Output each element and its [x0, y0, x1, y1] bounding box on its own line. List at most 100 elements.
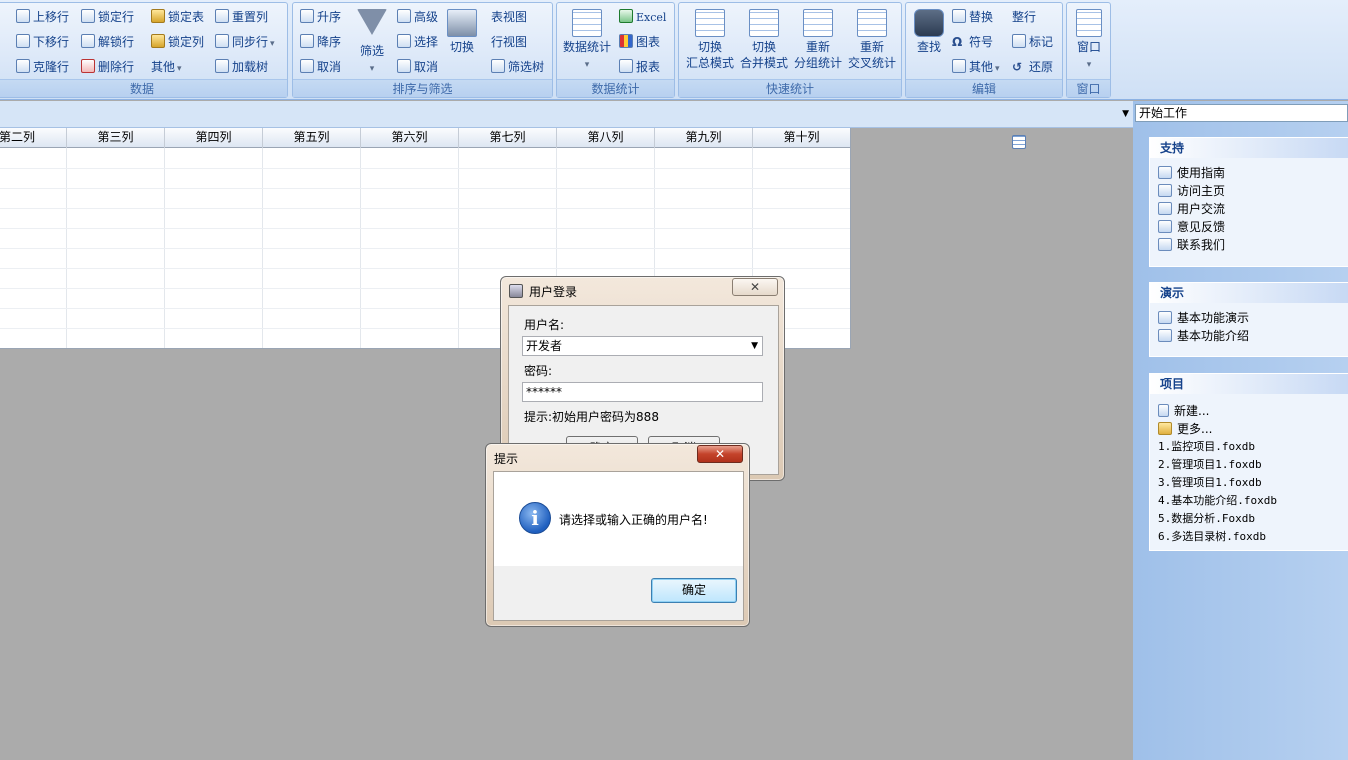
move-row-up-button[interactable]: 上移行 [16, 7, 69, 27]
folder-icon [1158, 422, 1172, 435]
list-item[interactable]: 3.管理项目1.foxdb [1158, 474, 1348, 492]
select-filter-button[interactable]: 选择 [397, 32, 438, 52]
column-header[interactable]: 第五列 [263, 128, 361, 148]
grid-line [0, 248, 850, 249]
column-header[interactable]: 第三列 [67, 128, 165, 148]
list-item[interactable]: 访问主页 [1158, 182, 1348, 200]
symbol-button[interactable]: Ω 符号 [952, 32, 993, 52]
lock-column-button[interactable]: 锁定列 [151, 32, 204, 52]
window-icon [1076, 9, 1102, 37]
column-header[interactable]: 第八列 [557, 128, 655, 148]
filter-button[interactable]: 筛选 ▾ [357, 9, 387, 77]
replace-icon [952, 9, 966, 23]
chevron-down-icon[interactable]: ▼ [751, 337, 758, 355]
reset-column-button[interactable]: 重置列 [215, 7, 268, 27]
regroup-statistics-button[interactable]: 重新 分组统计 [791, 9, 845, 71]
new-file-icon [1158, 404, 1169, 417]
report-button[interactable]: 报表 [619, 57, 660, 77]
info-icon: i [519, 502, 551, 534]
recross-statistics-button[interactable]: 重新 交叉统计 [845, 9, 899, 71]
excel-button[interactable]: Excel [619, 7, 666, 27]
summary-mode-icon [695, 9, 725, 37]
lock-table-button[interactable]: 锁定表 [151, 7, 204, 27]
list-item[interactable]: 基本功能介绍 [1158, 327, 1348, 345]
demo-intro-icon [1158, 329, 1172, 342]
list-item[interactable]: 新建... [1158, 402, 1348, 420]
whole-row-icon [1012, 135, 1026, 149]
row-view-button[interactable]: 行视图 [491, 32, 527, 174]
excel-icon [619, 9, 633, 23]
support-header[interactable]: 支持 [1150, 138, 1348, 158]
demo-table-icon [1158, 311, 1172, 324]
advanced-filter-icon [397, 9, 411, 23]
binoculars-icon [914, 9, 944, 37]
sort-cancel-button[interactable]: 取消 [300, 57, 341, 77]
list-item[interactable]: 1.监控项目.foxdb [1158, 438, 1348, 456]
list-item[interactable]: 意见反馈 [1158, 218, 1348, 236]
username-combobox[interactable]: 开发者 ▼ [522, 336, 763, 356]
data-statistics-button[interactable]: 数据统计 ▾ [561, 9, 613, 73]
list-item[interactable]: 2.管理项目1.foxdb [1158, 456, 1348, 474]
list-item[interactable]: 基本功能演示 [1158, 309, 1348, 327]
whole-row-button[interactable]: 整行 [1012, 7, 1036, 149]
list-item[interactable]: 6.多选目录树.foxdb [1158, 528, 1348, 546]
filter-tree-icon [491, 59, 505, 73]
grid-line [0, 268, 850, 269]
login-close-button[interactable]: ✕ [732, 278, 778, 296]
delete-row-button[interactable]: 删除行 [81, 57, 134, 77]
filter-cancel-button[interactable]: 取消 [397, 57, 438, 77]
lock-row-button[interactable]: 锁定行 [81, 7, 134, 27]
replace-button[interactable]: 替换 [952, 7, 993, 27]
cross-stats-icon [857, 9, 887, 37]
ribbon-group-window: 窗口 ▾ 窗口 [1066, 2, 1111, 98]
move-row-down-button[interactable]: 下移行 [16, 32, 69, 52]
restore-button[interactable]: ↺ 还原 [1012, 57, 1053, 77]
column-header[interactable]: 第六列 [361, 128, 459, 148]
column-header[interactable]: 第七列 [459, 128, 557, 148]
sort-ascending-button[interactable]: 升序 [300, 7, 341, 27]
list-item[interactable]: 使用指南 [1158, 164, 1348, 182]
unlock-row-button[interactable]: 解锁行 [81, 32, 134, 52]
column-header[interactable]: 第十列 [753, 128, 850, 148]
toolbar-strip: ▼ [0, 101, 1133, 128]
demo-header[interactable]: 演示 [1150, 283, 1348, 303]
mark-button[interactable]: 标记 [1012, 32, 1053, 52]
task-pane-title[interactable]: 开始工作 [1135, 104, 1348, 122]
sort-filter-toggle-icon [447, 9, 477, 37]
alert-message-area: i 请选择或输入正确的用户名! [494, 472, 743, 566]
list-item[interactable]: 4.基本功能介绍.foxdb [1158, 492, 1348, 510]
list-item[interactable]: 5.数据分析.Foxdb [1158, 510, 1348, 528]
load-tree-button[interactable]: 加载树 [215, 57, 268, 77]
column-header[interactable]: 第四列 [165, 128, 263, 148]
toggle-merge-mode-button[interactable]: 切换 合并模式 [737, 9, 791, 71]
advanced-filter-button[interactable]: 高级 [397, 7, 438, 27]
toggle-summary-mode-button[interactable]: 切换 汇总模式 [683, 9, 737, 71]
data-other-button[interactable]: 其他 ▾ [151, 57, 182, 199]
list-item[interactable]: 更多... [1158, 420, 1348, 438]
list-item[interactable]: 联系我们 [1158, 236, 1348, 254]
column-header[interactable]: 第九列 [655, 128, 753, 148]
toggle-sort-filter-button[interactable]: 切换 [445, 9, 479, 55]
table-view-button[interactable]: 表视图 [491, 7, 527, 149]
list-item[interactable]: 用户交流 [1158, 200, 1348, 218]
filter-tree-button[interactable]: 筛选树 [491, 57, 544, 77]
alert-ok-button[interactable]: 确定 [651, 578, 737, 603]
chevron-down-icon[interactable]: ▼ [1122, 109, 1129, 119]
sort-descending-button[interactable]: 降序 [300, 32, 341, 52]
merge-mode-icon [749, 9, 779, 37]
chart-button[interactable]: 图表 [619, 32, 660, 52]
clone-row-button[interactable]: 克隆行 [16, 57, 69, 77]
project-header[interactable]: 项目 [1150, 374, 1348, 394]
edit-other-button[interactable]: 其他 ▾ [952, 57, 1000, 77]
statistics-icon [572, 9, 602, 37]
alert-close-button[interactable]: ✕ [697, 445, 743, 463]
find-button[interactable]: 查找 [912, 9, 946, 55]
delete-row-icon [81, 59, 95, 73]
sync-row-button[interactable]: 同步行 ▾ [215, 32, 275, 52]
column-header[interactable]: 第二列 [0, 128, 67, 148]
alert-dialog: 提示 ✕ i 请选择或输入正确的用户名! 确定 [485, 443, 750, 627]
task-pane: 开始工作 支持 使用指南 访问主页 用户交流 意见反馈 联系我们 演示 基本功能… [1133, 101, 1348, 760]
window-button[interactable]: 窗口 ▾ [1071, 9, 1107, 73]
password-label: 密码: [524, 364, 553, 378]
password-field[interactable]: ****** [522, 382, 763, 402]
